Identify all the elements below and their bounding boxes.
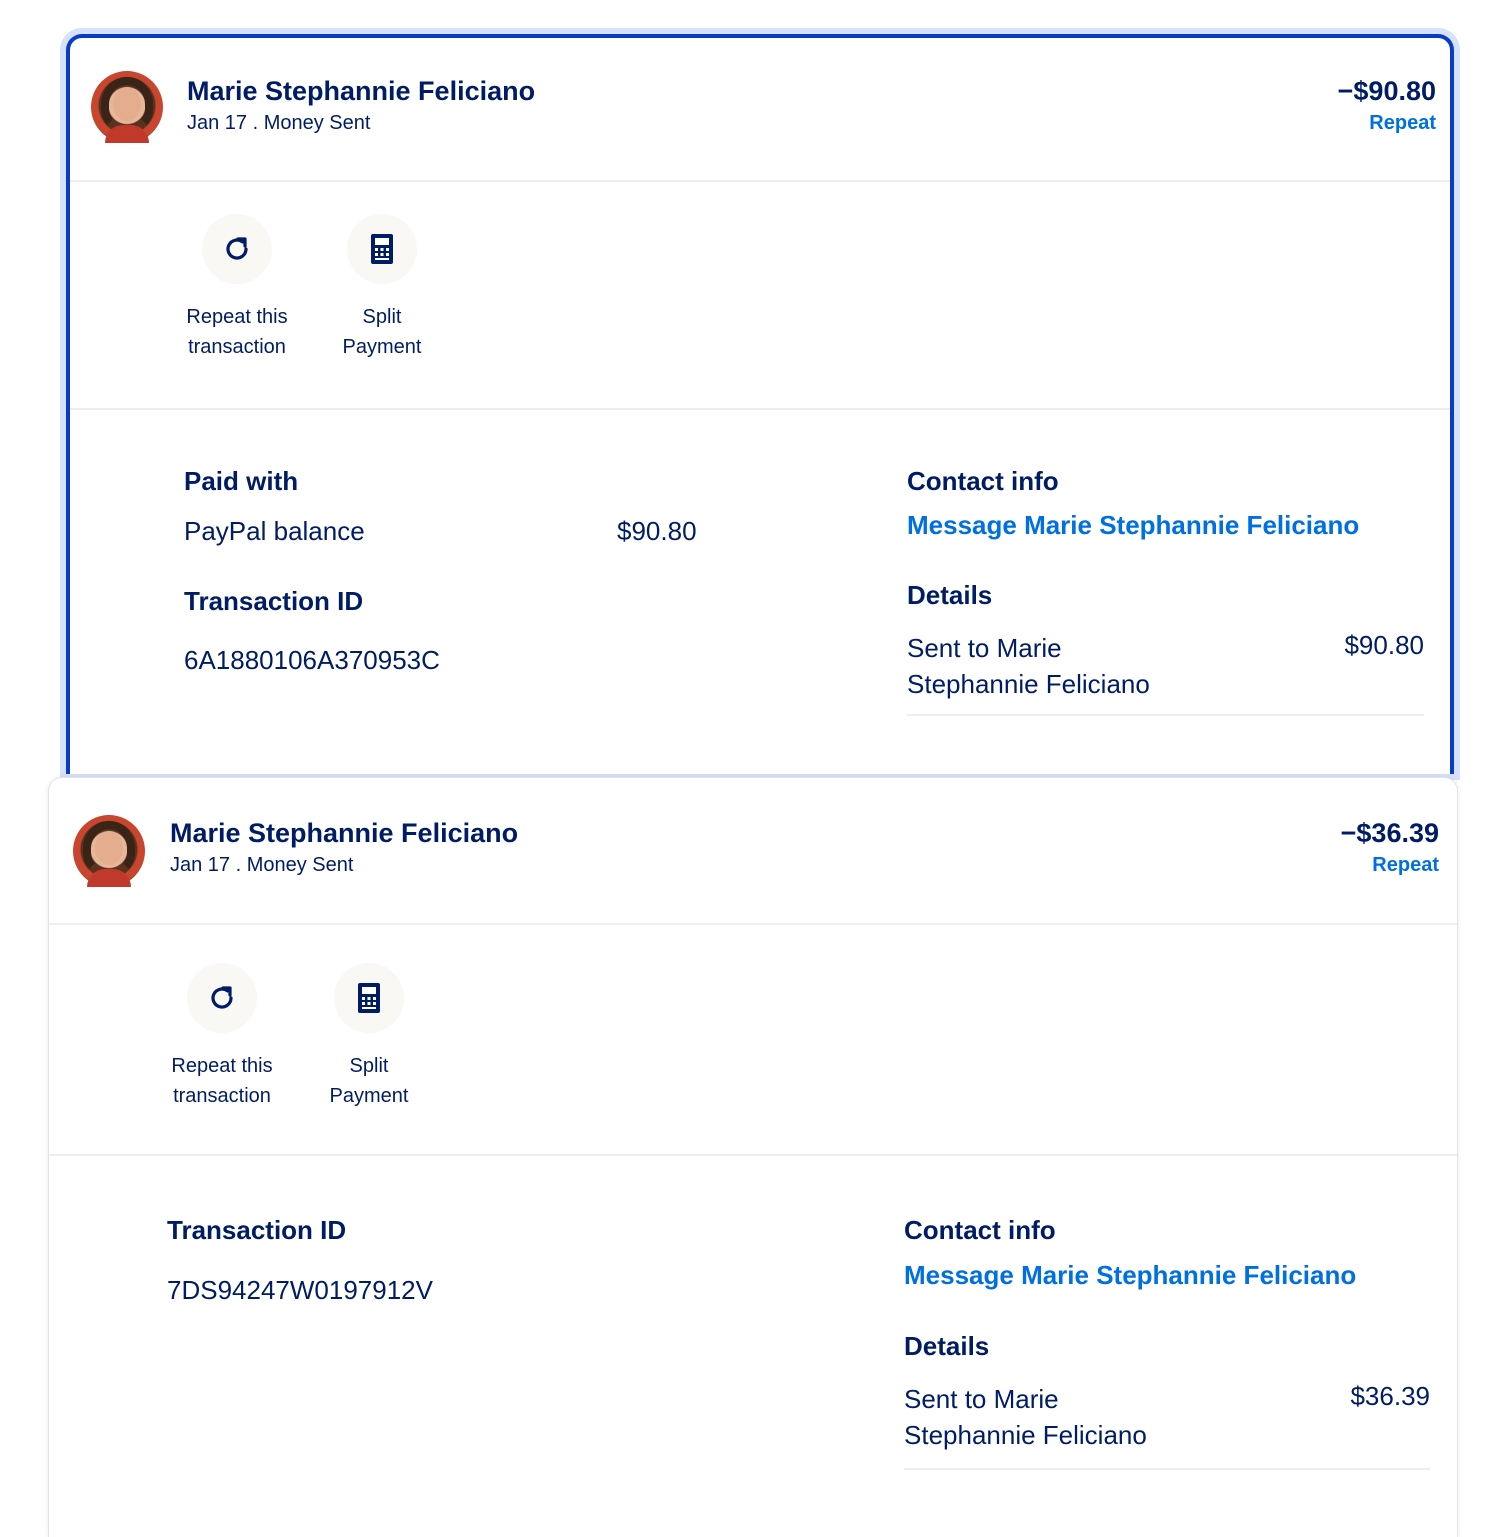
contact-info-heading: Contact info: [904, 1215, 1056, 1245]
action-label: Split: [349, 1055, 389, 1077]
transaction-id: 7DS94247W0197912V: [167, 1275, 433, 1305]
contact-info-heading: Contact info: [907, 466, 1059, 496]
details-description: Sent to Marie: [904, 1384, 1059, 1414]
split-payment-action[interactable]: Split Payment: [304, 963, 434, 1111]
transaction-card-selected[interactable]: Marie Stephannie Feliciano Jan 17 . Mone…: [66, 34, 1454, 774]
action-label: transaction: [188, 336, 286, 358]
repeat-link[interactable]: Repeat: [1369, 112, 1436, 135]
details-amount: $90.80: [1344, 630, 1424, 660]
divider: [49, 923, 1457, 925]
message-recipient-link[interactable]: Message Marie Stephannie Feliciano: [904, 1260, 1356, 1291]
payment-amount: $90.80: [617, 516, 697, 546]
recipient-name: Marie Stephannie Feliciano: [187, 76, 536, 106]
repeat-link[interactable]: Repeat: [1372, 854, 1439, 877]
repeat-transaction-action[interactable]: Repeat this transaction: [157, 963, 287, 1111]
split-payment-icon: [371, 234, 393, 264]
details-description: Stephannie Feliciano: [904, 1420, 1147, 1450]
paid-with-heading: Paid with: [184, 466, 299, 496]
repeat-button[interactable]: [202, 214, 272, 284]
action-label: Repeat this: [186, 306, 288, 328]
divider: [49, 1154, 1457, 1156]
repeat-icon: [211, 986, 233, 1009]
split-payment-button[interactable]: [334, 963, 404, 1033]
action-label: transaction: [173, 1085, 271, 1107]
action-label: Split: [362, 306, 402, 328]
transaction-amount: −$90.80: [1337, 76, 1436, 106]
avatar: [73, 815, 145, 887]
split-payment-icon: [358, 983, 380, 1013]
transaction-id: 6A1880106A370953C: [184, 645, 440, 675]
split-payment-button[interactable]: [347, 214, 417, 284]
details-divider: [907, 714, 1424, 716]
transaction-id-heading: Transaction ID: [167, 1215, 347, 1245]
details-description: Sent to Marie: [907, 633, 1062, 663]
avatar: [91, 71, 163, 143]
split-payment-action[interactable]: Split Payment: [317, 214, 447, 362]
details-heading: Details: [907, 580, 993, 610]
repeat-transaction-action[interactable]: Repeat this transaction: [172, 214, 302, 362]
payment-method: PayPal balance: [184, 516, 365, 546]
details-heading: Details: [904, 1331, 990, 1361]
details-amount: $36.39: [1350, 1381, 1430, 1411]
action-label: Payment: [342, 336, 422, 358]
repeat-button[interactable]: [187, 963, 257, 1033]
message-recipient-link[interactable]: Message Marie Stephannie Feliciano: [907, 510, 1359, 541]
transaction-id-heading: Transaction ID: [184, 586, 364, 616]
repeat-icon: [226, 237, 248, 260]
divider: [70, 408, 1450, 410]
action-label: Payment: [329, 1085, 409, 1107]
transaction-card[interactable]: Marie Stephannie Feliciano Jan 17 . Mone…: [48, 777, 1458, 1537]
recipient-name: Marie Stephannie Feliciano: [170, 818, 519, 848]
transaction-subtitle: Jan 17 . Money Sent: [187, 112, 371, 134]
details-divider: [904, 1468, 1430, 1470]
details-description: Stephannie Feliciano: [907, 669, 1150, 699]
transaction-subtitle: Jan 17 . Money Sent: [170, 854, 354, 876]
action-label: Repeat this: [171, 1055, 273, 1077]
transaction-amount: −$36.39: [1340, 818, 1439, 848]
divider: [70, 180, 1450, 182]
